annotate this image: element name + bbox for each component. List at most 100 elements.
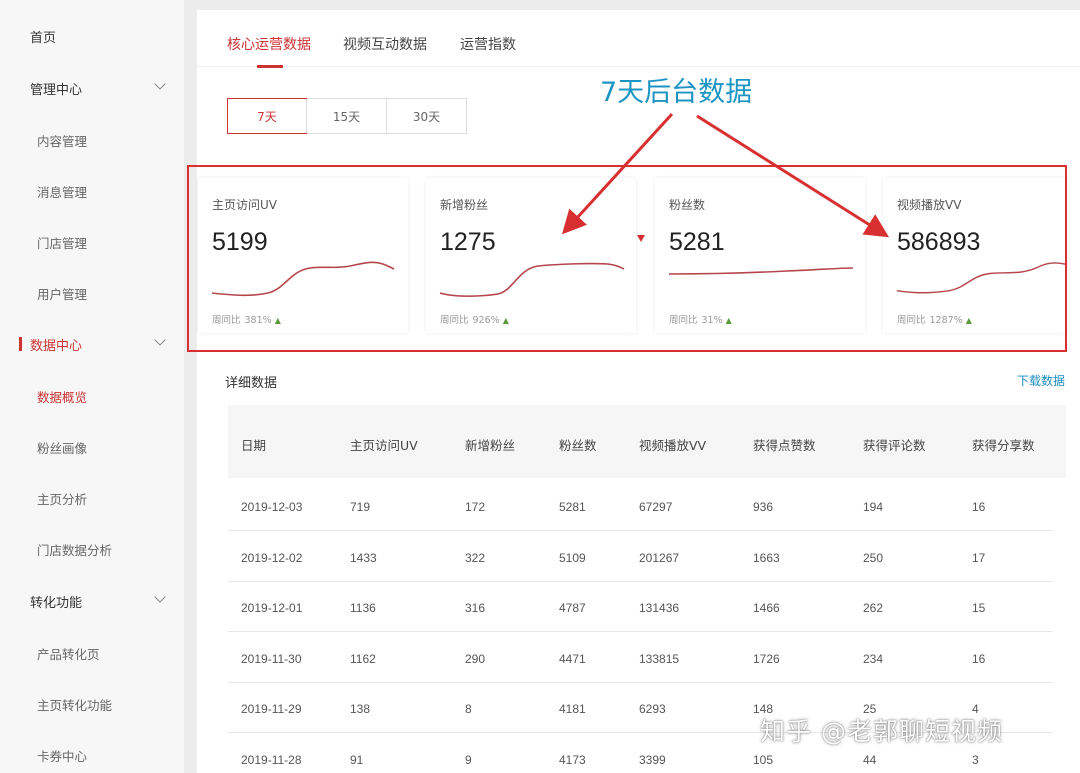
table-cell: 5281: [559, 500, 586, 514]
sidebar-item-label: 主页转化功能: [37, 697, 113, 713]
table-cell: 719: [350, 500, 371, 514]
table-cell: 105: [753, 752, 774, 767]
highlight-box: [187, 165, 1067, 352]
sidebar-item-label: 数据概览: [37, 389, 88, 405]
sidebar-item-home[interactable]: 首页: [0, 16, 184, 56]
table-cell: 2019-11-28: [241, 752, 302, 767]
table-header: 日期 主页访问UV 新增粉丝 粉丝数 视频播放VV 获得点赞数 获得评论数 获得…: [228, 405, 1066, 478]
sidebar-item-store-data-analysis[interactable]: 门店数据分析: [0, 529, 184, 569]
table-cell: 322: [465, 550, 486, 565]
sidebar-item-label: 粉丝画像: [37, 440, 88, 456]
sidebar-item-label: 卡券中心: [37, 748, 88, 764]
column-header: 粉丝数: [559, 438, 597, 453]
table-cell: 2019-12-02: [241, 550, 303, 565]
table-cell: 290: [465, 651, 486, 666]
sidebar-item-label: 用户管理: [37, 286, 88, 302]
table-cell: 91: [350, 752, 364, 767]
sidebar-item-homepage-analysis[interactable]: 主页分析: [0, 478, 184, 518]
sidebar-item-store-management[interactable]: 门店管理: [0, 222, 184, 262]
column-header: 日期: [241, 438, 267, 453]
sidebar: 首页 管理中心 内容管理 消息管理 门店管理 用户管理 数据中心 数据概览 粉丝…: [0, 0, 184, 773]
table-cell: 131436: [639, 601, 680, 615]
table-cell: 2019-12-01: [241, 601, 303, 615]
table-cell: 936: [753, 500, 774, 514]
table-cell: 138: [350, 702, 371, 716]
sidebar-item-fan-profile[interactable]: 粉丝画像: [0, 427, 184, 467]
active-tab-underline: [257, 65, 283, 68]
annotation-text: 7天后台数据: [600, 77, 753, 108]
table-cell: 1466: [753, 601, 780, 615]
table-row: 2019-12-01 1136 316 4787 131436 1466 262 15: [228, 582, 1053, 632]
sidebar-item-label: 消息管理: [37, 184, 88, 200]
table-row: 2019-12-02 1433 322 5109 201267 1663 250 17: [228, 532, 1053, 582]
sidebar-item-label: 内容管理: [37, 133, 88, 149]
sidebar-item-user-management[interactable]: 用户管理: [0, 273, 184, 313]
download-data-link[interactable]: 下载数据: [1017, 372, 1065, 389]
tab-core-operation-data[interactable]: 核心运营数据: [227, 34, 311, 54]
table-cell: 4787: [559, 601, 586, 615]
table-cell: 4181: [559, 702, 586, 716]
table-row: 2019-12-03 719 172 5281 67297 936 194 16: [228, 481, 1053, 531]
table-cell: 194: [863, 500, 884, 514]
table-cell: 316: [465, 601, 486, 615]
sidebar-item-homepage-conversion[interactable]: 主页转化功能: [0, 684, 184, 724]
table-cell: 4471: [559, 651, 586, 666]
table-cell: 15: [972, 601, 986, 615]
sidebar-item-label: 门店管理: [37, 235, 88, 251]
sidebar-item-management-center[interactable]: 管理中心: [0, 68, 184, 108]
sidebar-item-conversion[interactable]: 转化功能: [0, 581, 184, 621]
table-cell: 201267: [639, 550, 680, 565]
table-cell: 2019-11-30: [241, 651, 302, 666]
range-7-days-button[interactable]: 7天: [227, 98, 307, 134]
table-cell: 2019-12-03: [241, 500, 303, 514]
tab-video-interaction-data[interactable]: 视频互动数据: [343, 34, 427, 54]
chevron-down-icon: [154, 78, 166, 90]
column-header: 获得点赞数: [753, 438, 816, 453]
table-cell: 250: [863, 550, 884, 565]
range-30-days-button[interactable]: 30天: [386, 99, 466, 133]
tab-operation-index[interactable]: 运营指数: [460, 34, 516, 54]
sidebar-item-label: 数据中心: [30, 338, 83, 354]
table-cell: 16: [972, 500, 986, 514]
sidebar-item-content-management[interactable]: 内容管理: [0, 120, 184, 160]
table-cell: 9: [465, 752, 472, 767]
sidebar-item-message-management[interactable]: 消息管理: [0, 171, 184, 211]
date-range-selector: 7天 15天 30天: [227, 98, 467, 134]
table-cell: 1726: [753, 651, 780, 666]
sidebar-item-data-center[interactable]: 数据中心: [0, 324, 184, 364]
table-cell: 1663: [753, 550, 780, 565]
table-cell: 44: [863, 752, 877, 767]
sidebar-item-label: 管理中心: [30, 82, 83, 98]
table-cell: 4173: [559, 752, 586, 767]
sidebar-item-coupon-center[interactable]: 卡券中心: [0, 735, 184, 773]
table-cell: 1162: [350, 651, 376, 666]
sidebar-item-label: 转化功能: [30, 595, 83, 611]
table-cell: 172: [465, 500, 486, 514]
column-header: 视频播放VV: [639, 438, 707, 453]
table-cell: 8: [465, 702, 472, 716]
column-header: 获得分享数: [972, 438, 1035, 453]
tab-bar: 核心运营数据 视频互动数据 运营指数: [197, 10, 1080, 68]
column-header: 获得评论数: [863, 438, 926, 453]
table-cell: 2019-11-29: [241, 702, 302, 716]
active-indicator: [19, 337, 22, 351]
sidebar-item-label: 首页: [30, 30, 57, 46]
table-cell: 5109: [559, 550, 586, 565]
detail-title: 详细数据: [225, 376, 278, 391]
table-cell: 3: [972, 752, 979, 767]
sidebar-item-product-conversion-page[interactable]: 产品转化页: [0, 633, 184, 673]
table-cell: 1433: [350, 550, 377, 565]
table-cell: 133815: [639, 651, 680, 666]
table-cell: 234: [863, 651, 884, 666]
table-cell: 16: [972, 651, 986, 666]
column-header: 主页访问UV: [350, 438, 418, 453]
range-15-days-button[interactable]: 15天: [306, 99, 386, 133]
table-cell: 67297: [639, 500, 673, 514]
table-row: 2019-11-30 1162 290 4471 133815 1726 234 16: [228, 633, 1053, 683]
watermark: 知乎 @老郭聊短视频: [760, 717, 1003, 746]
sidebar-item-label: 主页分析: [37, 491, 88, 507]
table-cell: 6293: [639, 702, 666, 716]
chevron-down-icon: [154, 334, 166, 346]
sidebar-item-data-overview[interactable]: 数据概览: [0, 376, 184, 416]
sidebar-item-label: 门店数据分析: [37, 542, 113, 558]
